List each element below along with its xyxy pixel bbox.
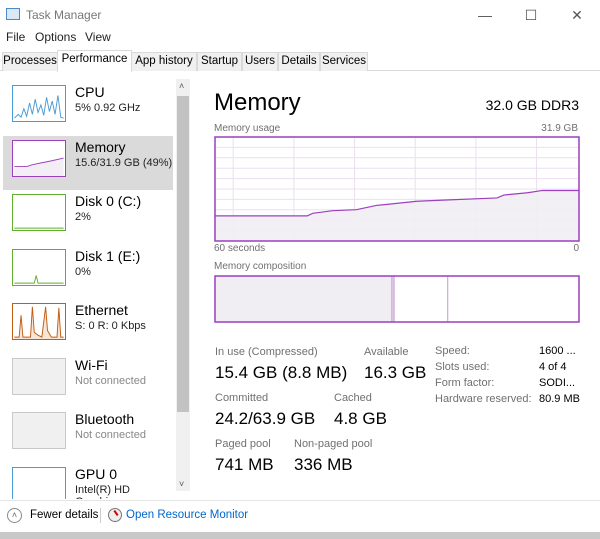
nonpaged-pool-value: 336 MB: [294, 455, 353, 474]
detail-label: Slots used:: [435, 361, 490, 373]
sidebar-item-name: Disk 0 (C:): [75, 193, 142, 209]
fewer-details-button[interactable]: Fewer details: [30, 509, 98, 521]
detail-value: 80.9 MB: [539, 393, 580, 405]
chevron-up-icon[interactable]: ˄: [7, 508, 22, 523]
sidebar-item-ethernet[interactable]: Ethernet S: 0 R: 0 Kbps: [3, 299, 173, 353]
close-button[interactable]: ✕: [554, 4, 600, 26]
sidebar-item-detail: Not connected: [75, 429, 146, 441]
sidebar-item-detail: Not connected: [75, 374, 146, 387]
tab-app-history[interactable]: App history: [131, 52, 197, 71]
maximize-button[interactable]: ☐: [508, 4, 554, 26]
cached-value: 4.8 GB: [334, 409, 387, 428]
sidebar-item-name: Memory: [75, 138, 126, 155]
sidebar-item-detail: 15.6/31.9 GB (49%): [75, 156, 173, 169]
menu-view[interactable]: View: [85, 30, 111, 44]
tab-bar: Processes Performance App history Startu…: [0, 50, 600, 72]
sidebar-item-name: Disk 1 (E:): [75, 247, 141, 264]
mini-graph: [12, 194, 66, 231]
mini-graph: [12, 248, 66, 286]
memory-composition-bar: [214, 275, 580, 323]
detail-label: Hardware reserved:: [435, 393, 532, 405]
tab-processes[interactable]: Processes: [2, 52, 58, 71]
tab-performance[interactable]: Performance: [57, 50, 132, 72]
sidebar-item-name: CPU: [75, 84, 105, 100]
tab-services[interactable]: Services: [320, 52, 368, 71]
sidebar-item-detail: Intel(R) HD Graphics: [75, 483, 131, 500]
resource-list: CPU 5% 0.92 GHz Memory 15.6/31.9 GB (49%) Di…: [0, 71, 190, 499]
minimize-button[interactable]: —: [462, 4, 508, 26]
available-label: Available: [364, 346, 409, 358]
mini-graph: [12, 466, 66, 499]
committed-value: 24.2/63.9 GB: [215, 409, 316, 428]
sidebar-item-memory[interactable]: Memory 15.6/31.9 GB (49%): [3, 135, 173, 190]
footer: ˄ Fewer details Open Resource Monitor: [0, 500, 600, 530]
mini-graph: [12, 357, 66, 395]
time-right-label: 0: [573, 243, 579, 254]
time-left-label: 60 seconds: [214, 243, 266, 254]
cached-label: Cached: [334, 392, 372, 404]
nonpaged-pool-label: Non-paged pool: [294, 438, 373, 450]
sidebar-item-detail: S: 0 R: 0 Kbps: [75, 320, 146, 332]
sidebar-item-bluetooth[interactable]: Bluetooth Not connected: [3, 408, 173, 462]
committed-label: Committed: [215, 392, 269, 404]
mini-graph: [12, 85, 66, 122]
scrollbar-thumb[interactable]: [177, 96, 189, 412]
scroll-down-icon[interactable]: ˅: [179, 479, 184, 489]
menu-options[interactable]: Options: [35, 30, 76, 44]
menu-file[interactable]: File: [6, 30, 25, 44]
open-resource-monitor-link[interactable]: Open Resource Monitor: [126, 509, 248, 521]
memory-usage-chart: [214, 136, 580, 242]
sidebar-item-cpu[interactable]: CPU 5% 0.92 GHz: [3, 81, 173, 135]
sidebar-item-detail: 0%: [75, 265, 91, 278]
sidebar-item-detail: 5% 0.92 GHz: [75, 102, 141, 114]
tab-users[interactable]: Users: [242, 52, 278, 71]
detail-value: 1600 ...: [539, 345, 576, 357]
mini-graph: [12, 139, 66, 177]
detail-label: Speed:: [435, 345, 470, 357]
in-use-value: 15.4 GB (8.8 MB): [215, 363, 348, 382]
paged-pool-label: Paged pool: [215, 438, 271, 450]
detail-label: Form factor:: [435, 377, 495, 389]
task-manager-icon: [6, 8, 20, 20]
detail-value: 4 of 4: [539, 361, 567, 373]
memory-spec: 32.0 GB DDR3: [485, 97, 579, 113]
sidebar-item-disk-1-e[interactable]: Disk 1 (E:) 0%: [3, 245, 173, 299]
tab-startup[interactable]: Startup: [197, 52, 242, 71]
detail-value: SODI...: [539, 377, 576, 389]
mini-graph: [12, 303, 66, 340]
sidebar-item-disk-0-c[interactable]: Disk 0 (C:) 2%: [3, 190, 173, 244]
footer-divider: [100, 508, 101, 523]
sidebar-item-name: Bluetooth: [75, 411, 135, 427]
title-bar: Task Manager — ☐ ✕: [0, 0, 600, 30]
usage-max: 31.9 GB: [541, 123, 578, 134]
mini-graph: [12, 412, 66, 449]
paged-pool-value: 741 MB: [215, 455, 274, 474]
sidebar-item-gpu-0[interactable]: GPU 0Intel(R) HD Graphics: [3, 463, 173, 500]
resource-monitor-icon: [108, 508, 122, 522]
sidebar-item-name: Ethernet: [75, 302, 128, 318]
usage-label: Memory usage: [214, 123, 281, 134]
available-value: 16.3 GB: [364, 363, 427, 382]
tab-details[interactable]: Details: [278, 52, 320, 71]
in-use-label: In use (Compressed): [215, 346, 318, 358]
composition-free: [447, 275, 580, 323]
window-bottom-edge: [0, 532, 600, 539]
page-title: Memory: [214, 89, 301, 116]
composition-label: Memory composition: [214, 261, 307, 272]
window-title: Task Manager: [26, 8, 102, 22]
sidebar-item-wi-fi[interactable]: Wi-Fi Not connected: [3, 354, 173, 408]
scroll-up-icon[interactable]: ˄: [179, 81, 184, 91]
sidebar-item-name: GPU 0: [75, 465, 118, 482]
sidebar-item-name: Wi-Fi: [75, 356, 108, 373]
sidebar-item-detail: 2%: [75, 211, 91, 223]
composition-standby: [393, 275, 449, 323]
composition-in-use: [214, 275, 393, 323]
